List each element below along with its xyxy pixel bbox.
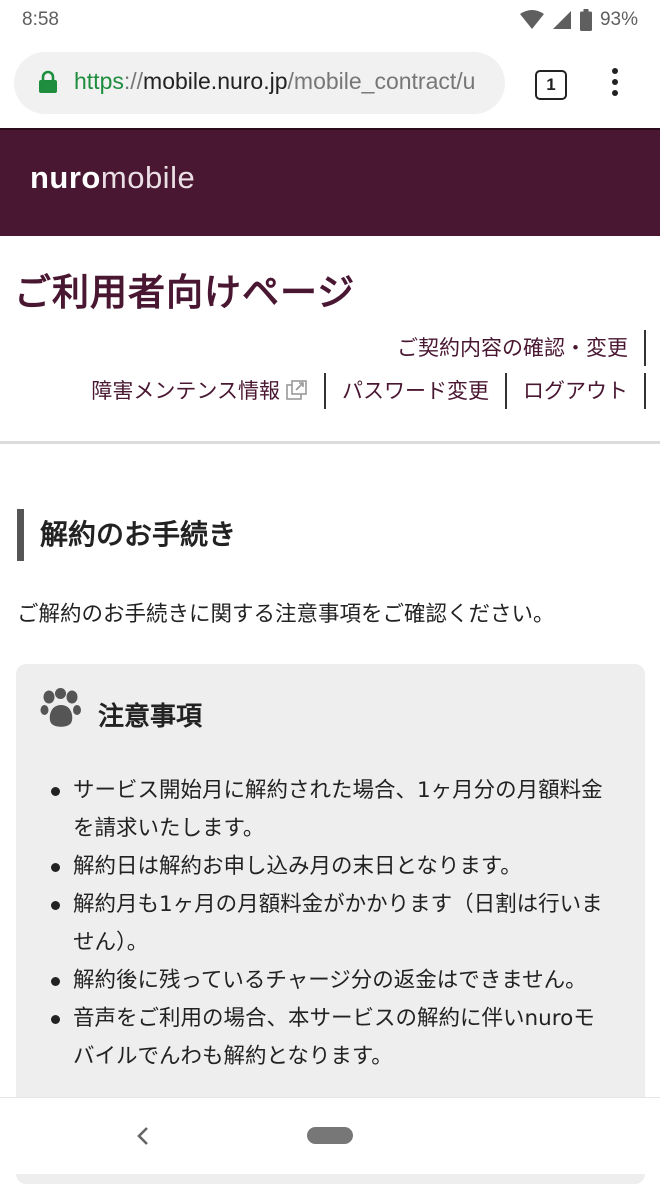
- list-item: 音声をご利用の場合、本サービスの解約に伴いnuroモバイルでんわも解約となります…: [51, 1000, 613, 1076]
- browser-toolbar: https://mobile.nuro.jp/mobile_contract/u…: [0, 42, 660, 128]
- site-header: nuromobile: [0, 128, 660, 236]
- url-text: https://mobile.nuro.jp/mobile_contract/u: [74, 68, 502, 95]
- address-bar[interactable]: https://mobile.nuro.jp/mobile_contract/u: [14, 52, 505, 114]
- maintenance-info-label: 障害メンテンス情報: [91, 379, 280, 403]
- url-separator: ://: [123, 68, 144, 94]
- section-intro: ご解約のお手続きに関する注意事項をご確認ください。: [17, 602, 555, 627]
- status-bar: 8:58 93%: [0, 0, 660, 42]
- home-button[interactable]: [307, 1127, 353, 1144]
- battery-percent: 93%: [599, 9, 638, 30]
- paw-icon: [40, 688, 81, 727]
- account-nav-row-2: 障害メンテンス情報 パスワード変更 ログアウト: [75, 372, 646, 410]
- maintenance-info-link[interactable]: 障害メンテンス情報: [75, 373, 326, 409]
- signal-icon: [552, 11, 571, 29]
- battery-icon: [579, 9, 592, 31]
- header-divider: [0, 441, 660, 444]
- page-title: ご利用者向けページ: [14, 271, 356, 314]
- wifi-icon: [519, 10, 544, 29]
- list-item: サービス開始月に解約された場合、1ヶ月分の月額料金を請求いたします。: [51, 772, 613, 848]
- nuro-mobile-logo[interactable]: nuromobile: [30, 160, 195, 196]
- system-nav-bar: [0, 1097, 660, 1174]
- back-icon[interactable]: [135, 1125, 151, 1147]
- contract-details-link[interactable]: ご契約内容の確認・変更: [381, 330, 646, 366]
- url-scheme: https: [74, 68, 124, 94]
- lock-icon: [39, 70, 57, 93]
- password-change-link[interactable]: パスワード変更: [326, 373, 507, 409]
- url-host: mobile.nuro.jp: [143, 68, 288, 94]
- logo-light-text: mobile: [100, 160, 196, 195]
- status-time: 8:58: [22, 9, 59, 30]
- list-item: 解約月も1ヶ月の月額料金がかかります（日割は行いません）。: [51, 886, 613, 962]
- status-icons: 93%: [519, 9, 638, 31]
- tab-switcher-button[interactable]: 1: [535, 70, 567, 100]
- logo-bold-text: nuro: [30, 160, 101, 195]
- account-nav-row-1: ご契約内容の確認・変更: [381, 330, 646, 366]
- list-item: 解約日は解約お申し込み月の末日となります。: [51, 848, 613, 886]
- notice-list: サービス開始月に解約された場合、1ヶ月分の月額料金を請求いたします。 解約日は解…: [51, 772, 613, 1076]
- notice-title: 注意事項: [98, 702, 203, 732]
- url-path: /mobile_contract/u: [287, 68, 476, 94]
- logout-link[interactable]: ログアウト: [507, 373, 646, 409]
- list-item: 解約後に残っているチャージ分の返金はできません。: [51, 962, 613, 1000]
- external-link-icon: [286, 380, 307, 400]
- more-vert-icon[interactable]: [606, 68, 624, 102]
- section-heading: 解約のお手続き: [17, 509, 236, 561]
